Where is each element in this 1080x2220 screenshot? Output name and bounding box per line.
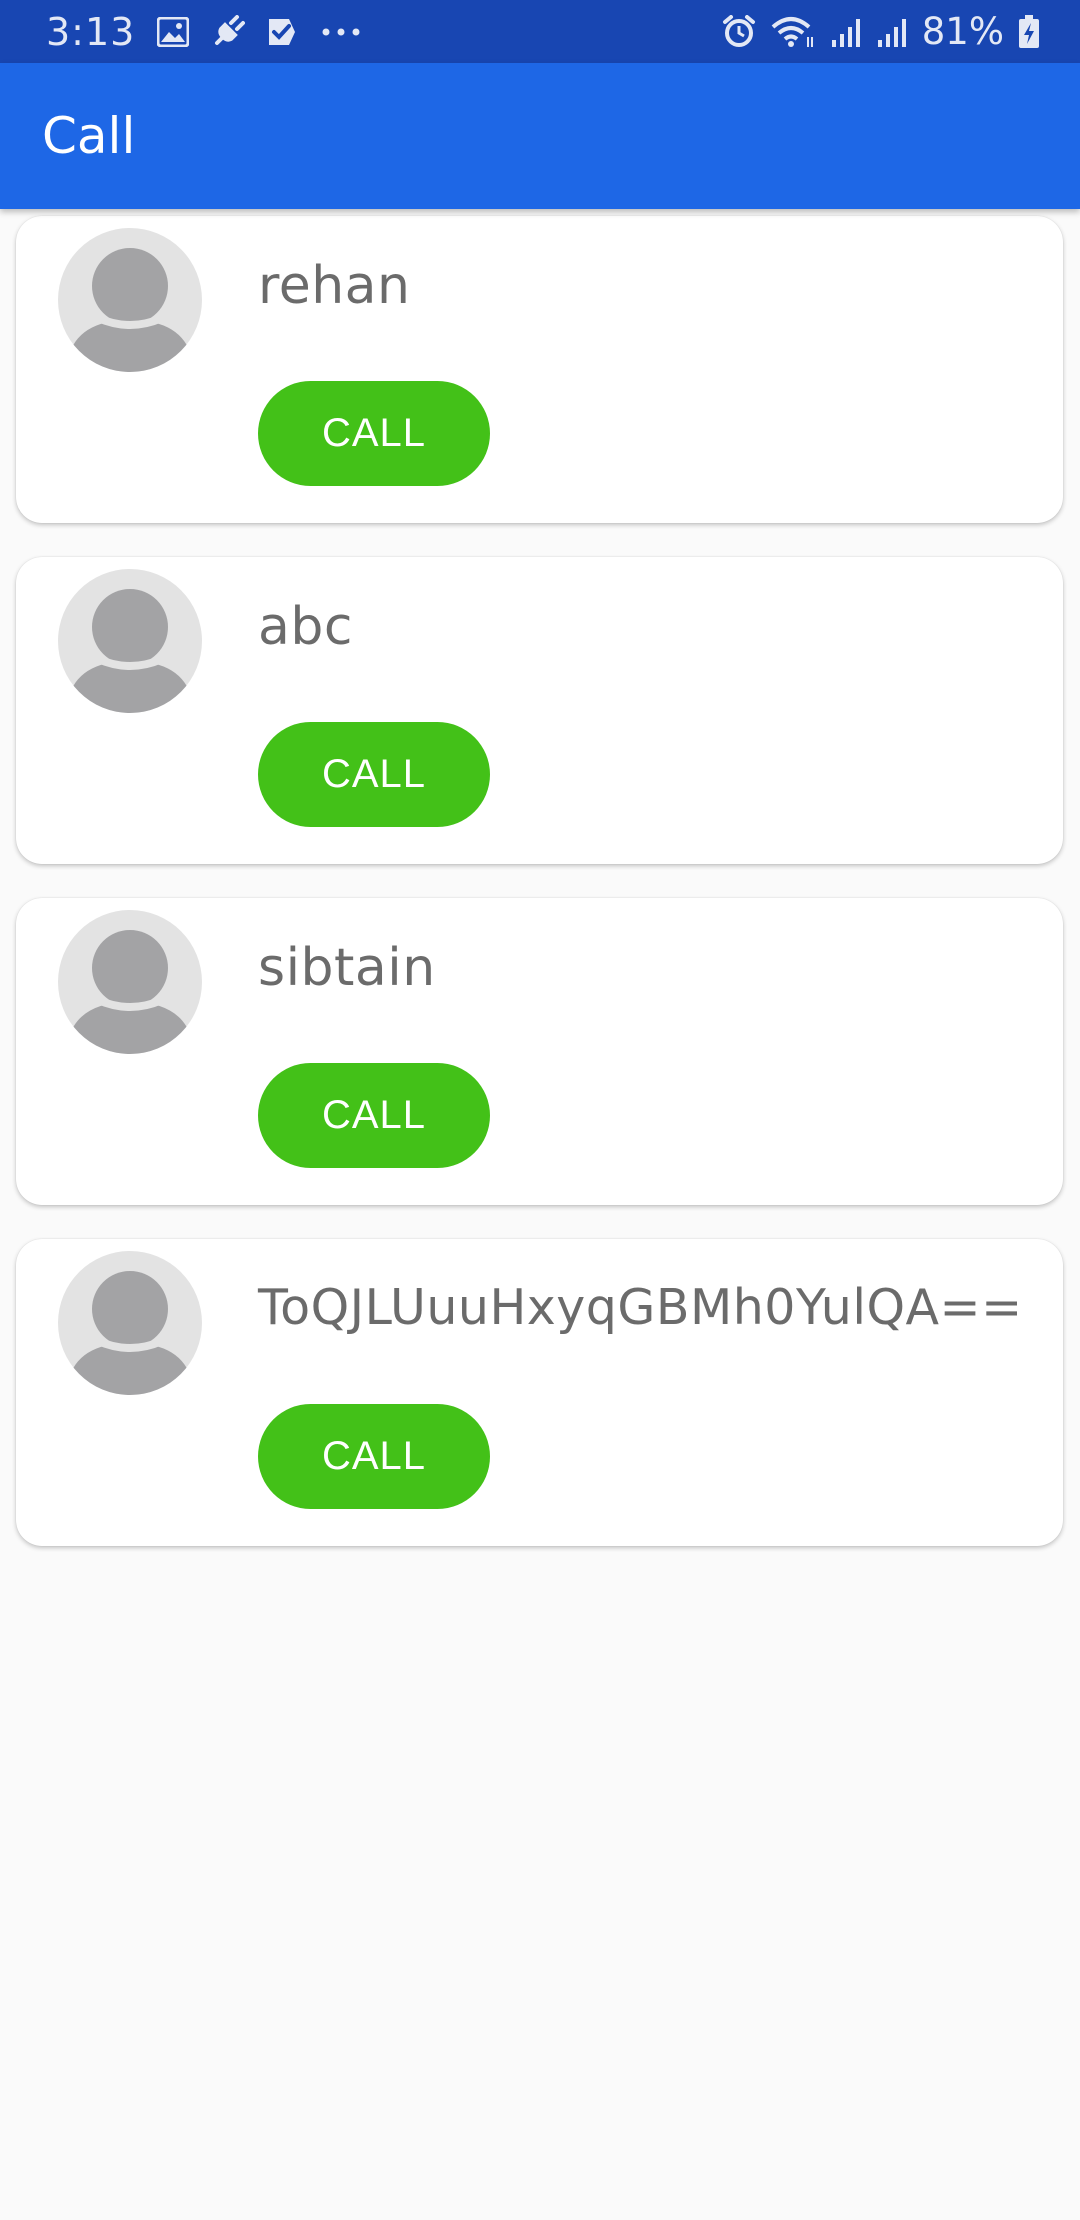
contact-card: ToQJLUuuHxyqGBMh0YulQA== CALL	[16, 1239, 1063, 1546]
status-right: 81%	[722, 10, 1040, 53]
battery-percent: 81%	[921, 10, 1004, 53]
avatar-icon	[58, 228, 202, 372]
status-time: 3:13	[46, 9, 136, 54]
contact-card: abc CALL	[16, 557, 1063, 864]
contact-name: rehan	[258, 256, 411, 316]
call-button[interactable]: CALL	[258, 722, 490, 827]
image-icon	[157, 16, 190, 47]
status-left: 3:13	[46, 10, 361, 54]
wifi-icon	[770, 15, 816, 49]
call-screen: 3:13 81% Call rehan CALL abc CALL sibtai…	[0, 0, 1080, 2220]
contact-name: ToQJLUuuHxyqGBMh0YulQA==	[258, 1279, 1023, 1336]
avatar-icon	[58, 569, 202, 713]
signal-icon	[830, 16, 862, 48]
status-bar: 3:13 81%	[0, 0, 1080, 63]
contact-card: rehan CALL	[16, 216, 1063, 523]
avatar-icon	[58, 1251, 202, 1395]
plug-icon	[211, 14, 246, 49]
battery-charging-icon	[1018, 14, 1040, 49]
contact-name: sibtain	[258, 938, 436, 998]
page-title: Call	[42, 107, 136, 165]
more-dots-icon	[321, 27, 361, 37]
contact-name: abc	[258, 597, 353, 657]
contact-card: sibtain CALL	[16, 898, 1063, 1205]
call-button[interactable]: CALL	[258, 1063, 490, 1168]
call-button[interactable]: CALL	[258, 1404, 490, 1509]
check-icon	[267, 17, 299, 47]
alarm-icon	[722, 14, 756, 49]
app-bar: Call	[0, 63, 1080, 209]
signal-icon	[876, 16, 908, 48]
call-button[interactable]: CALL	[258, 381, 490, 486]
avatar-icon	[58, 910, 202, 1054]
